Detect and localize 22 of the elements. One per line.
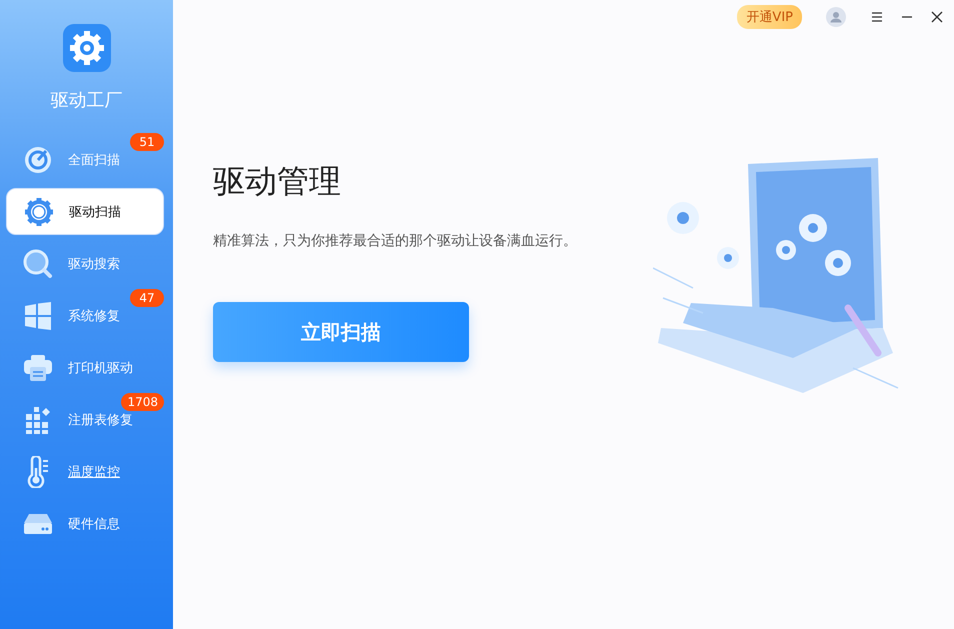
vip-button[interactable]: 开通VIP <box>737 5 802 29</box>
sidebar-item[interactable]: 系统修复 47 <box>6 292 164 339</box>
sidebar-item[interactable]: 全面扫描 51 <box>6 136 164 183</box>
windows-icon <box>22 300 54 332</box>
app-logo-icon <box>62 24 110 72</box>
gear-icon <box>23 196 55 228</box>
page-title: 驱动管理 <box>213 161 342 202</box>
sidebar-item[interactable]: 驱动搜索 <box>6 240 164 287</box>
search-icon <box>22 248 54 280</box>
close-icon[interactable] <box>930 10 944 24</box>
sidebar-item[interactable]: 打印机驱动 <box>6 344 164 391</box>
count-badge: 1708 <box>121 393 164 411</box>
sidebar-item[interactable]: 驱动扫描 <box>6 188 164 235</box>
app-name: 驱动工厂 <box>50 89 122 112</box>
sidebar-item[interactable]: 温度监控 <box>6 448 164 495</box>
scan-button[interactable]: 立即扫描 <box>213 302 469 362</box>
count-badge: 47 <box>130 289 164 307</box>
page-description: 精准算法，只为你推荐最合适的那个驱动让设备满血运行。 <box>213 232 578 251</box>
count-badge: 51 <box>130 133 164 151</box>
sidebar-item[interactable]: 注册表修复 1708 <box>6 396 164 443</box>
sidebar-item[interactable]: 硬件信息 <box>6 500 164 547</box>
menu-icon[interactable] <box>870 10 884 24</box>
